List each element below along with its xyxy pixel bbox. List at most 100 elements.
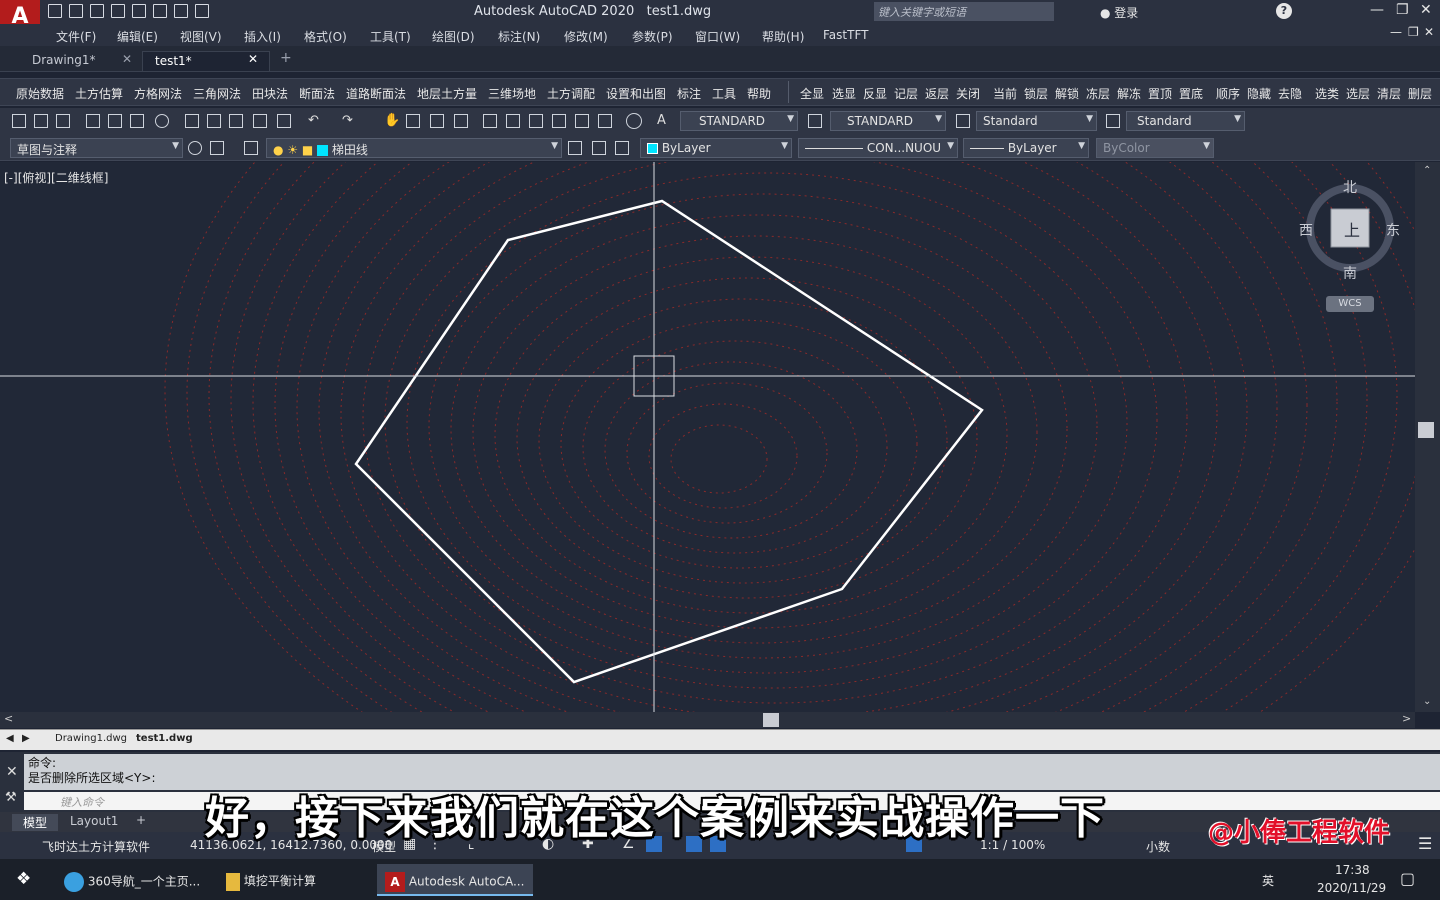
publish-icon[interactable] <box>132 4 146 18</box>
drawing-svg[interactable] <box>0 162 1415 712</box>
linetype-select[interactable]: CON...NUOU ▼ <box>798 138 958 158</box>
btn-triangle-method[interactable]: 三角网法 <box>193 85 241 102</box>
properties-icon[interactable] <box>483 114 497 128</box>
customize-icon[interactable]: ⚒ <box>5 790 17 805</box>
ime-indicator[interactable]: 英 <box>1262 872 1274 889</box>
task-folder[interactable]: 填挖平衡计算 <box>218 864 370 896</box>
save-file-icon[interactable] <box>56 114 70 128</box>
btn-road-section[interactable]: 道路断面法 <box>346 85 406 102</box>
layer-freeze[interactable]: 冻层 <box>1086 85 1110 102</box>
workspace-settings-icon[interactable] <box>188 141 202 155</box>
tab-prev-icon[interactable]: ◀ <box>6 733 14 744</box>
redo-arrow-icon[interactable]: ↷ <box>342 114 356 128</box>
viewport-label[interactable]: [-][俯视][二维线框] <box>4 169 108 186</box>
layer-properties-icon[interactable] <box>244 141 258 155</box>
tab-next-icon[interactable]: ▶ <box>22 733 30 744</box>
menu-format[interactable]: 格式(O) <box>304 28 347 45</box>
scroll-down-icon[interactable]: ⌄ <box>1423 696 1431 707</box>
tab-close-icon[interactable]: ✕ <box>122 52 132 66</box>
layer-unlock[interactable]: 解锁 <box>1055 85 1079 102</box>
text-style-select[interactable]: STANDARD ▼ <box>680 111 798 131</box>
menu-tools[interactable]: 工具(T) <box>370 28 411 45</box>
btn-section-method[interactable]: 断面法 <box>299 85 335 102</box>
clear-layer[interactable]: 清层 <box>1377 85 1401 102</box>
new-icon[interactable] <box>48 4 62 18</box>
layer-current[interactable]: 当前 <box>993 85 1017 102</box>
select-by-type[interactable]: 选类 <box>1315 85 1339 102</box>
plot-icon[interactable] <box>86 114 100 128</box>
maximize-icon[interactable]: ❐ <box>1396 2 1409 18</box>
close-icon[interactable]: ✕ <box>1420 2 1432 18</box>
delete-layer[interactable]: 删层 <box>1408 85 1432 102</box>
btn-tools[interactable]: 工具 <box>712 85 736 102</box>
btn-field-method[interactable]: 田块法 <box>252 85 288 102</box>
calculator-icon[interactable] <box>598 114 612 128</box>
menu-fasttft[interactable]: FastTFT <box>823 28 868 42</box>
btn-earth-allocation[interactable]: 土方调配 <box>547 85 595 102</box>
tab-drawing1[interactable]: Drawing1* <box>20 51 108 71</box>
layer-invert-show[interactable]: 反显 <box>863 85 887 102</box>
drawing-canvas[interactable]: [-][俯视][二维线框] 北 南 东 西 上 WCS <box>0 162 1415 712</box>
cut-icon[interactable] <box>185 114 199 128</box>
undo-arrow-icon[interactable]: ↶ <box>308 114 322 128</box>
redo-icon[interactable] <box>195 4 209 18</box>
menu-file[interactable]: 文件(F) <box>56 28 96 45</box>
btn-annotate[interactable]: 标注 <box>677 85 701 102</box>
layer-show-selected[interactable]: 选显 <box>832 85 856 102</box>
menu-dimension[interactable]: 标注(N) <box>498 28 540 45</box>
horizontal-scroll-thumb[interactable] <box>763 713 779 727</box>
btn-strata-volume[interactable]: 地层土方量 <box>417 85 477 102</box>
viewcube-top-label[interactable]: 上 <box>1344 217 1360 241</box>
layer-show-all[interactable]: 全显 <box>800 85 824 102</box>
tool-palettes-icon[interactable] <box>529 114 543 128</box>
color-select[interactable]: ByLayer ▼ <box>640 138 792 158</box>
open-file-icon[interactable] <box>34 114 48 128</box>
sheet-set-icon[interactable] <box>552 114 566 128</box>
block-editor-icon[interactable] <box>277 114 291 128</box>
copy-icon[interactable] <box>207 114 221 128</box>
windows-start-icon[interactable]: ❖ <box>16 869 31 889</box>
layer-return[interactable]: 返层 <box>925 85 949 102</box>
btn-help[interactable]: 帮助 <box>747 85 771 102</box>
tab-close-icon[interactable]: ✕ <box>248 52 258 66</box>
publish-icon[interactable] <box>130 114 144 128</box>
help-icon[interactable]: ? <box>1276 3 1292 19</box>
preview-icon[interactable] <box>108 114 122 128</box>
unhide-objects[interactable]: 去隐 <box>1278 85 1302 102</box>
minimize-icon[interactable]: — <box>1370 2 1384 18</box>
save-icon[interactable] <box>90 4 104 18</box>
btn-raw-data[interactable]: 原始数据 <box>16 85 64 102</box>
layer-previous-icon[interactable] <box>592 141 606 155</box>
layer-state-icon[interactable] <box>615 141 629 155</box>
task-autocad[interactable]: A Autodesk AutoCA... <box>377 864 533 896</box>
layer-send-bottom[interactable]: 置底 <box>1179 85 1203 102</box>
pan-icon[interactable]: ✋ <box>384 114 400 128</box>
notification-icon[interactable]: ▢ <box>1400 869 1415 888</box>
print-icon[interactable] <box>153 4 167 18</box>
status-menu-icon[interactable]: ☰ <box>1418 834 1432 853</box>
draw-order[interactable]: 顺序 <box>1216 85 1240 102</box>
menu-modify[interactable]: 修改(M) <box>564 28 608 45</box>
close-command-icon[interactable]: ✕ <box>6 764 18 780</box>
doc-restore-icon[interactable]: ❐ <box>1408 25 1419 39</box>
compass-north[interactable]: 北 <box>1343 177 1357 197</box>
zoom-realtime-icon[interactable] <box>406 114 420 128</box>
new-tab-icon[interactable]: + <box>280 50 292 66</box>
design-center-icon[interactable] <box>506 114 520 128</box>
boundary-polygon[interactable] <box>354 199 984 684</box>
plotstyle-select[interactable]: ByColor ▼ <box>1096 138 1214 158</box>
workspace-lock-icon[interactable] <box>210 141 224 155</box>
match-properties-icon[interactable] <box>253 114 267 128</box>
menu-parametric[interactable]: 参数(P) <box>632 28 673 45</box>
tab-model[interactable]: 模型 <box>12 814 58 831</box>
units-display[interactable]: 小数 <box>1146 838 1170 855</box>
menu-edit[interactable]: 编辑(E) <box>117 28 158 45</box>
tab-layout1[interactable]: Layout1 <box>70 814 118 828</box>
dim-style-select[interactable]: STANDARD ▼ <box>830 111 946 131</box>
task-360-browser[interactable]: 360导航_一个主页... <box>56 864 212 896</box>
scroll-up-icon[interactable]: ⌃ <box>1423 165 1431 176</box>
select-by-layer[interactable]: 选层 <box>1346 85 1370 102</box>
vertical-scrollbar[interactable]: ⌃ ⌄ <box>1415 162 1440 712</box>
btn-earth-estimate[interactable]: 土方估算 <box>75 85 123 102</box>
layer-record[interactable]: 记层 <box>894 85 918 102</box>
